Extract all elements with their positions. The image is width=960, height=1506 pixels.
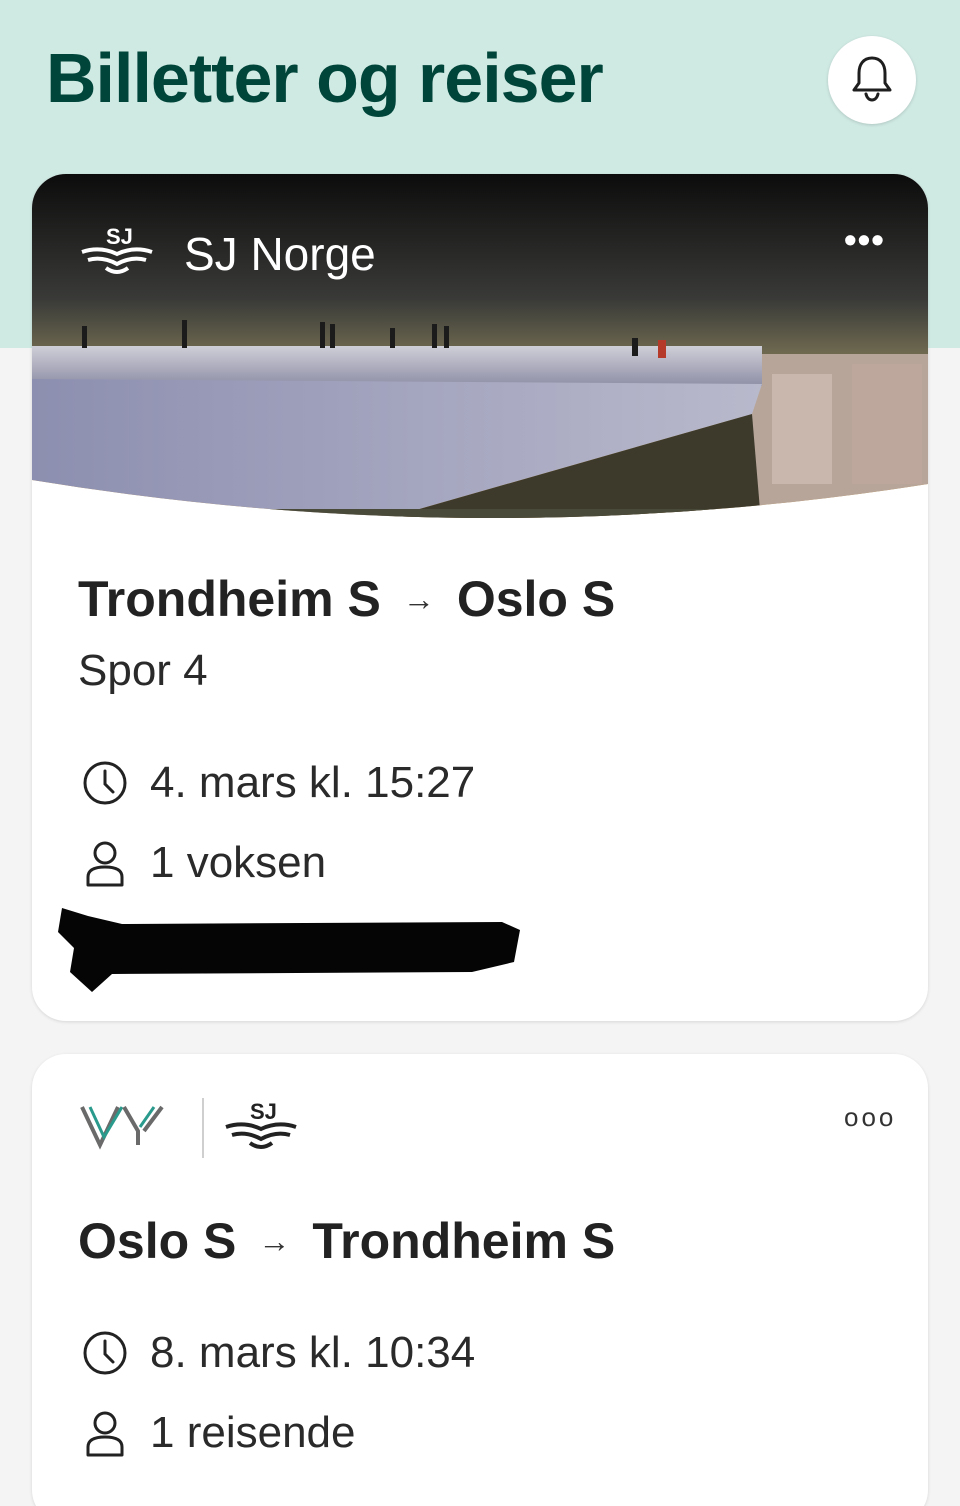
more-options-button[interactable]: ooo: [844, 1104, 896, 1130]
trip-route: Trondheim S → Oslo S: [78, 570, 615, 628]
passenger-count: 1 voksen: [150, 838, 327, 887]
departure-time-row: 4. mars kl. 15:27: [82, 758, 475, 808]
clock-icon: [82, 760, 128, 806]
passengers-row: 1 reisende: [82, 1408, 355, 1458]
bell-icon: [850, 54, 894, 107]
destination-station: Trondheim S: [312, 1213, 616, 1269]
passengers-row: 1 voksen: [82, 838, 326, 888]
logo-divider: [202, 1098, 204, 1158]
svg-text:SJ: SJ: [250, 1099, 277, 1124]
notifications-button[interactable]: [828, 36, 916, 124]
trip-route: Oslo S → Trondheim S: [78, 1212, 615, 1270]
operator-logos: SJ: [78, 1098, 298, 1158]
destination-station: Oslo S: [456, 571, 616, 627]
svg-text:SJ: SJ: [106, 224, 133, 249]
departure-time: 4. mars kl. 15:27: [150, 758, 476, 807]
platform-label: Spor 4: [78, 646, 208, 695]
person-icon: [82, 840, 128, 887]
passenger-count: 1 reisende: [150, 1408, 356, 1457]
operator-name: SJ Norge: [184, 227, 376, 280]
origin-station: Oslo S: [78, 1213, 237, 1269]
trip-hero-image: SJ SJ Norge •••: [32, 174, 928, 534]
departure-time: 8. mars kl. 10:34: [150, 1328, 476, 1377]
more-options-button[interactable]: •••: [844, 222, 885, 258]
redaction-mark: [52, 902, 522, 992]
vy-logo-icon: [78, 1101, 168, 1156]
origin-station: Trondheim S: [78, 571, 381, 627]
trip-card[interactable]: SJ SJ Norge ••• Trondheim S → Oslo S Spo…: [32, 174, 928, 1021]
arrow-right-icon: →: [402, 580, 435, 617]
operator-label: SJ SJ Norge: [80, 224, 376, 283]
sj-logo-icon: SJ: [80, 224, 154, 283]
sj-logo-icon: SJ: [224, 1099, 298, 1158]
trip-card[interactable]: SJ ooo Oslo S → Trondheim S 8. mars kl. …: [32, 1054, 928, 1506]
arrow-right-icon: →: [258, 1222, 291, 1259]
page-title: Billetter og reiser: [46, 39, 604, 117]
departure-time-row: 8. mars kl. 10:34: [82, 1328, 475, 1378]
person-icon: [82, 1410, 128, 1457]
clock-icon: [82, 1330, 128, 1376]
